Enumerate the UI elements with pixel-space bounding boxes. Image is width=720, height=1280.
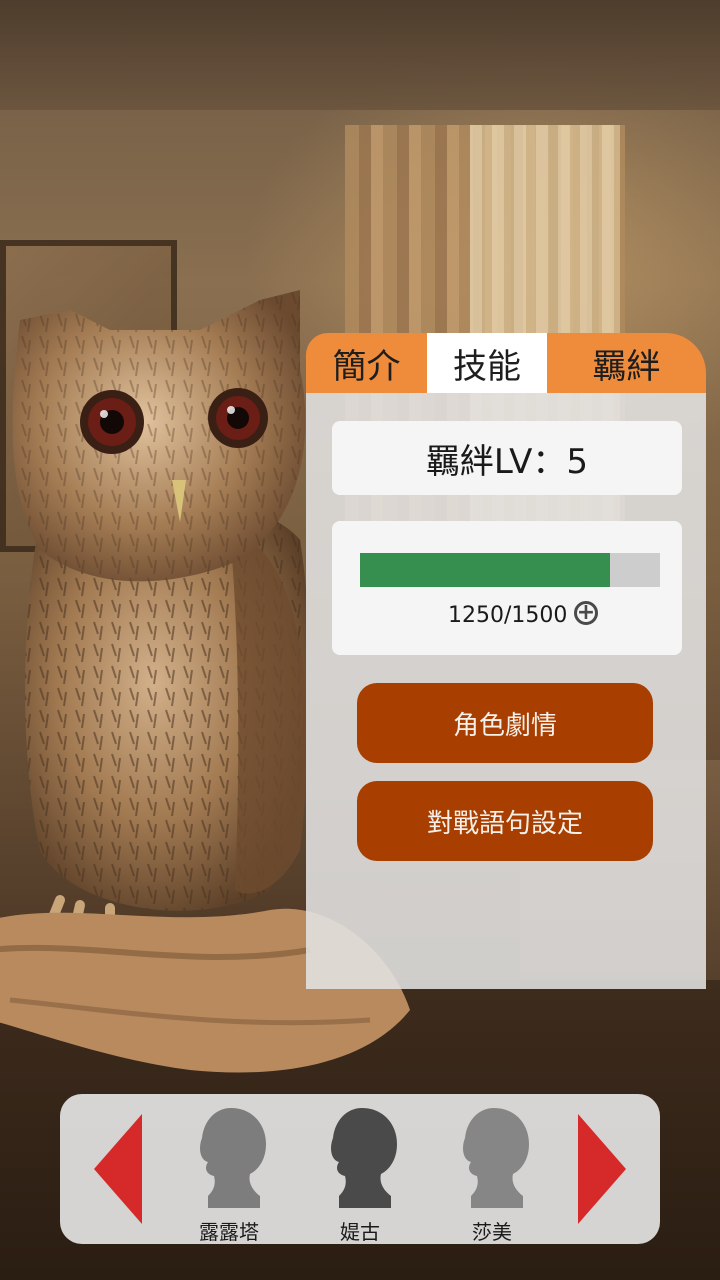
silhouette-icon <box>331 1108 397 1208</box>
exp-progress-track <box>360 553 660 587</box>
arrow-left-icon[interactable] <box>94 1114 142 1224</box>
tab-intro[interactable]: 簡介 <box>306 333 427 393</box>
ceiling <box>0 0 720 110</box>
tab-bond[interactable]: 羈絆 <box>547 333 706 393</box>
character-name: 露露塔 <box>199 1220 259 1244</box>
tab-bar: 簡介 技能 羈絆 <box>306 333 706 393</box>
exp-value-text: 1250/1500 <box>448 603 568 628</box>
character-slot-2[interactable]: 媞古 <box>305 1104 415 1244</box>
exp-progress-fill <box>360 553 610 587</box>
arrow-right-icon[interactable] <box>578 1114 626 1224</box>
bond-level-box: 羈絆LV：5 <box>332 421 682 495</box>
character-name: 媞古 <box>340 1220 380 1244</box>
battle-phrase-settings-button[interactable]: 對戰語句設定 <box>357 781 653 861</box>
character-story-button[interactable]: 角色劇情 <box>357 683 653 763</box>
character-selector: 露露塔 媞古 莎美 <box>60 1094 660 1244</box>
character-info-panel: 簡介 技能 羈絆 羈絆LV：5 1250/1500 + 角色劇情 對戰語句設定 <box>306 333 706 989</box>
panel-body: 羈絆LV：5 1250/1500 + 角色劇情 對戰語句設定 <box>306 393 706 989</box>
silhouette-icon <box>463 1108 529 1208</box>
character-slot-3[interactable]: 莎美 <box>437 1104 547 1244</box>
character-name: 莎美 <box>472 1220 512 1244</box>
silhouette-icon <box>200 1108 266 1208</box>
bond-exp-box: 1250/1500 + <box>332 521 682 655</box>
character-slot-1[interactable]: 露露塔 <box>174 1104 284 1244</box>
add-exp-icon[interactable]: + <box>574 601 598 625</box>
bond-level-text: 羈絆LV：5 <box>425 441 589 482</box>
tab-skill[interactable]: 技能 <box>427 333 547 393</box>
